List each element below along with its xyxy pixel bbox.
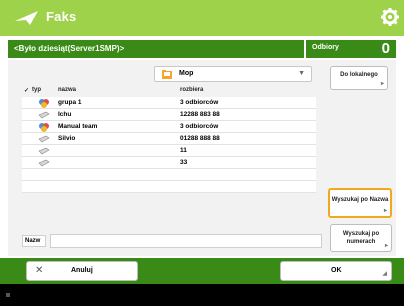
table-row[interactable]: 11 — [22, 145, 316, 157]
table-header: ✓ typ nazwa rozbiera — [22, 85, 316, 97]
row-value: 33 — [180, 159, 188, 166]
corner-arrow-icon: ◢ — [382, 271, 387, 277]
row-value: 12288 883 88 — [180, 111, 220, 118]
breadcrumb: <Było dziesiąt(Server1SMP)> — [8, 40, 304, 58]
search-by-name-button[interactable]: Wyszukaj po Nazwa ▸ — [328, 188, 392, 218]
location-value: Mop — [179, 70, 194, 77]
to-local-label: Do lokalnego — [340, 72, 378, 78]
recipients-counter: Odbiory 0 — [306, 40, 396, 58]
row-value: 11 — [180, 147, 187, 154]
search-by-number-label: Wyszukaj po numerach — [342, 231, 380, 245]
footer-strip — [0, 284, 404, 306]
column-type[interactable]: typ — [32, 87, 41, 93]
table-row-empty — [22, 181, 316, 193]
column-info[interactable]: rozbiera — [180, 87, 203, 93]
computer-icon — [38, 147, 50, 155]
folder-icon — [162, 70, 172, 79]
cancel-button[interactable]: ✕ Anuluj — [26, 261, 138, 281]
row-name: Manual team — [58, 123, 98, 130]
row-name: grupa 1 — [58, 99, 82, 106]
table-row[interactable]: Silvio 01288 888 88 — [22, 133, 316, 145]
gear-icon[interactable] — [380, 7, 400, 27]
row-name: Silvio — [58, 135, 76, 142]
fax-plane-icon — [15, 11, 38, 25]
name-field-label: Nazw — [22, 235, 46, 247]
folder-stack-icon — [39, 99, 49, 108]
computer-icon — [38, 111, 50, 119]
corner-arrow-icon: ▸ — [384, 243, 388, 249]
row-value: 3 odbiorców — [180, 123, 219, 130]
ok-label: OK — [331, 267, 342, 274]
recipients-label: Odbiory — [312, 44, 339, 51]
folder-stack-icon — [39, 123, 49, 132]
page-title: Faks — [46, 9, 77, 24]
close-icon: ✕ — [35, 265, 44, 276]
table-row[interactable]: grupa 1 3 odbiorców — [22, 97, 316, 109]
to-local-button[interactable]: Do lokalnego ▸ — [330, 66, 388, 90]
corner-arrow-icon: ▸ — [380, 81, 384, 87]
computer-icon — [38, 135, 50, 143]
table-row-empty — [22, 169, 316, 181]
table-row[interactable]: 33 — [22, 157, 316, 169]
column-name[interactable]: nazwa — [58, 87, 76, 93]
table-row[interactable]: Manual team 3 odbiorców — [22, 121, 316, 133]
table-row[interactable]: Ichu 12288 883 88 — [22, 109, 316, 121]
name-field[interactable] — [50, 234, 322, 248]
search-by-number-button[interactable]: Wyszukaj po numerach ▸ — [330, 224, 392, 252]
recipients-count: 0 — [381, 40, 390, 57]
chevron-down-icon: ▼ — [298, 70, 305, 77]
search-by-name-label: Wyszukaj po Nazwa — [331, 197, 389, 203]
cancel-label: Anuluj — [71, 267, 93, 274]
location-dropdown[interactable]: Mop ▼ — [154, 66, 312, 82]
row-value: 3 odbiorców — [180, 99, 219, 106]
status-indicator — [6, 293, 10, 297]
check-icon: ✓ — [24, 88, 30, 94]
ok-button[interactable]: OK ◢ — [280, 261, 392, 281]
title-bar: Faks — [0, 0, 404, 36]
name-field-row: Nazw — [22, 232, 322, 248]
corner-arrow-icon: ▸ — [383, 208, 387, 214]
address-table: ✓ typ nazwa rozbiera grupa 1 3 odbiorców… — [22, 85, 316, 193]
row-name: Ichu — [58, 111, 72, 118]
computer-icon — [38, 159, 50, 167]
row-value: 01288 888 88 — [180, 135, 220, 142]
